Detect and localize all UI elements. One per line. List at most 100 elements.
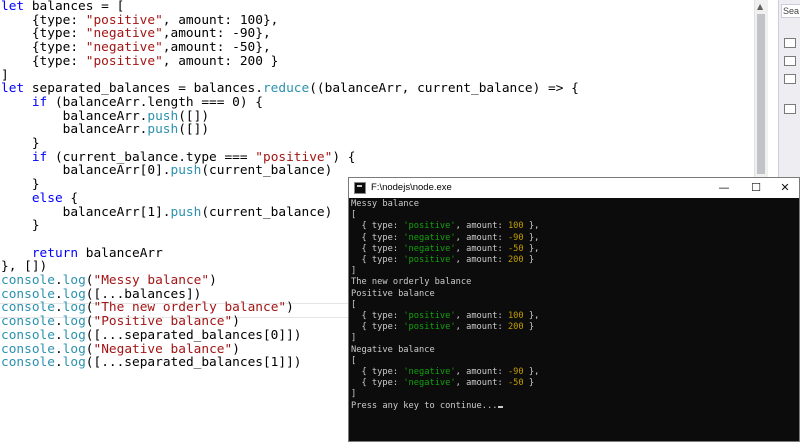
code-token: (current_balance) bbox=[201, 204, 333, 220]
console-line: { type: 'negative', amount: -90 }, bbox=[351, 366, 539, 378]
console-line: { type: 'positive', amount: 100 }, bbox=[351, 310, 539, 322]
console-token: Messy balance bbox=[351, 199, 419, 209]
console-token: { type: bbox=[351, 378, 404, 389]
maximize-button[interactable]: ☐ bbox=[741, 178, 771, 198]
console-token: 'positive' bbox=[403, 255, 456, 265]
console-line: { type: 'negative', amount: -50 } bbox=[351, 377, 534, 389]
console-line: ] bbox=[351, 388, 356, 400]
console-token: 'positive' bbox=[403, 322, 456, 333]
console-token: -50 bbox=[507, 378, 524, 389]
code-token: ([]) bbox=[178, 122, 210, 138]
console-token: , amount: bbox=[455, 322, 508, 333]
code-token: push bbox=[170, 163, 202, 179]
minimize-button[interactable]: — bbox=[709, 178, 739, 198]
console-token: -90 bbox=[507, 367, 524, 377]
code-token: "positive" bbox=[85, 53, 163, 69]
side-panel-item[interactable] bbox=[781, 56, 800, 68]
console-title-bar[interactable]: F:\nodejs\node.exe — ☐ ✕ bbox=[349, 178, 799, 198]
console-line: { type: 'negative', amount: -90 }, bbox=[351, 232, 539, 244]
console-token: } bbox=[523, 322, 535, 333]
code-token: ) bbox=[286, 300, 294, 316]
console-token: , amount: bbox=[455, 243, 508, 254]
console-token: [ bbox=[351, 210, 357, 221]
console-line: ] bbox=[351, 332, 356, 344]
code-token: push bbox=[170, 204, 202, 220]
console-token: } bbox=[523, 378, 535, 389]
side-panel-search-box[interactable]: Sea bbox=[781, 4, 800, 18]
console-line: [ bbox=[351, 209, 356, 221]
console-token: , amount: bbox=[455, 367, 508, 377]
code-token: {type: bbox=[1, 53, 86, 69]
code-line: balanceArr[1].push(current_balance) bbox=[1, 204, 333, 220]
console-token: The new orderly balance bbox=[351, 277, 472, 288]
console-token: { type: bbox=[351, 255, 404, 265]
console-token: , amount: bbox=[455, 232, 508, 243]
console-scrollbar[interactable] bbox=[785, 198, 799, 441]
console-app-icon bbox=[354, 182, 366, 194]
code-token: push bbox=[147, 122, 179, 138]
code-line: } bbox=[1, 219, 40, 233]
console-output[interactable]: Messy balance[ { type: 'positive', amoun… bbox=[349, 198, 799, 441]
side-panel-item[interactable] bbox=[781, 38, 800, 50]
console-token: [ bbox=[351, 355, 357, 366]
item-box-icon bbox=[784, 56, 796, 66]
console-line: Negative balance bbox=[351, 344, 435, 356]
console-token: { type: bbox=[351, 311, 404, 321]
console-line: Messy balance bbox=[351, 198, 419, 210]
code-token: . bbox=[54, 355, 63, 371]
console-token: } bbox=[523, 255, 535, 265]
console-line: The new orderly balance bbox=[351, 276, 471, 288]
console-title: F:\nodejs\node.exe bbox=[371, 182, 452, 193]
console-token: 'positive' bbox=[403, 221, 456, 232]
console-token: { type: bbox=[351, 367, 404, 377]
console-line: [ bbox=[351, 299, 356, 311]
console-cursor bbox=[498, 405, 504, 408]
console-token: , amount: bbox=[455, 378, 508, 389]
console-line: Positive balance bbox=[351, 288, 435, 300]
code-line: {type: "positive", amount: 200 } bbox=[1, 53, 279, 69]
console-token: Press any key to continue... bbox=[351, 400, 498, 411]
console-token: -90 bbox=[507, 232, 524, 243]
code-token: console bbox=[1, 355, 55, 371]
console-line: { type: 'positive', amount: 200 } bbox=[351, 321, 534, 333]
item-box-icon bbox=[784, 38, 796, 48]
console-token: , amount: bbox=[455, 221, 508, 232]
editor-scrollbar-thumb[interactable] bbox=[757, 14, 765, 174]
console-token: }, bbox=[523, 367, 540, 377]
console-token: 100 bbox=[507, 311, 524, 321]
close-button[interactable]: ✕ bbox=[770, 178, 800, 198]
code-token: (current_balance) bbox=[201, 163, 333, 179]
console-token: }, bbox=[523, 311, 540, 321]
code-token: balanceArr bbox=[78, 245, 163, 261]
console-token: { type: bbox=[351, 322, 404, 333]
code-token: reduce bbox=[262, 81, 310, 97]
console-line: { type: 'positive', amount: 100 }, bbox=[351, 220, 539, 232]
console-line: ] bbox=[351, 265, 356, 277]
code-line: console.log([...separated_balances[1]]) bbox=[1, 356, 302, 370]
code-token: , amount: 200 } bbox=[162, 53, 279, 69]
code-token: ((balanceArr, current_balance) => { bbox=[309, 81, 579, 97]
code-token: ) bbox=[209, 273, 217, 288]
console-token: { type: bbox=[351, 243, 404, 254]
console-token: ] bbox=[351, 266, 357, 277]
item-box-icon bbox=[784, 104, 796, 114]
console-window[interactable]: F:\nodejs\node.exe — ☐ ✕ Messy balance[ … bbox=[348, 177, 800, 442]
console-token: 'negative' bbox=[403, 232, 456, 243]
console-token: { type: bbox=[351, 232, 404, 243]
console-line: { type: 'positive', amount: 200 } bbox=[351, 254, 534, 266]
console-token: 'negative' bbox=[403, 367, 456, 377]
console-line: Press any key to continue... bbox=[351, 400, 504, 412]
code-line: balanceArr[0].push(current_balance) bbox=[1, 163, 333, 179]
scroll-up-arrow-icon[interactable]: ▲ bbox=[757, 2, 763, 11]
console-token: Positive balance bbox=[351, 288, 435, 299]
code-token: } bbox=[1, 218, 40, 234]
console-token: 100 bbox=[507, 221, 524, 232]
code-token: log bbox=[62, 355, 86, 371]
side-panel-item[interactable] bbox=[781, 104, 800, 116]
console-line: [ bbox=[351, 355, 356, 367]
console-token: }, bbox=[523, 243, 540, 254]
console-token: 'positive' bbox=[403, 311, 456, 321]
side-panel-item[interactable] bbox=[781, 74, 800, 86]
console-token: }, bbox=[523, 221, 540, 232]
console-line: { type: 'negative', amount: -50 }, bbox=[351, 243, 539, 255]
